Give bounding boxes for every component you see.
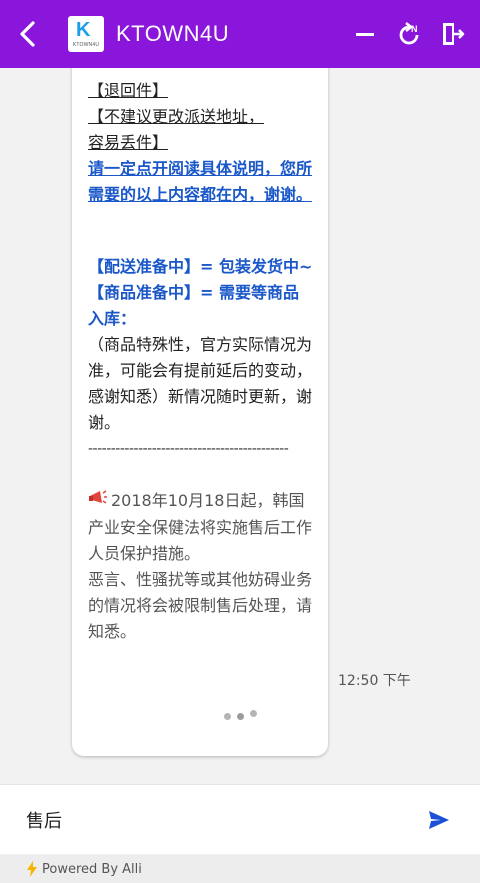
typing-dot: [250, 710, 257, 717]
logo-text: KTOWN4U: [72, 42, 100, 48]
lightning-icon: [26, 861, 38, 877]
msg-notice-law: 2018年10月18日起，韩国产业安全保健法将实施售后工作人员保护措施。: [88, 488, 314, 567]
brand-logo: K KTOWN4U: [68, 16, 104, 52]
notice-law-text: 2018年10月18日起，韩国产业安全保健法将实施售后工作人员保护措施。: [88, 491, 313, 563]
exit-button[interactable]: [440, 21, 466, 47]
refresh-badge: N: [411, 24, 418, 34]
bot-message-bubble: 【退回件】 【不建议更改派送地址， 容易丢件】 请一定点开阅读具体说明，您所需要…: [72, 68, 328, 756]
minimize-button[interactable]: [352, 21, 378, 47]
msg-note: （商品特殊性，官方实际情况为准，可能会有提前延后的变动，感谢知悉）新情况随时更新…: [88, 335, 313, 432]
msg-line-lost: 容易丢件】: [88, 133, 169, 152]
msg-status-preparing: 【商品准备中】= 需要等商品入库：: [88, 283, 299, 328]
header-actions: N: [352, 0, 466, 68]
typing-dot: [237, 713, 244, 720]
back-button[interactable]: [18, 0, 62, 68]
page-title: KTOWN4U: [116, 21, 230, 46]
send-icon: [429, 810, 449, 829]
app-bar: K KTOWN4U KTOWN4U N: [0, 0, 480, 68]
powered-by-text: Powered By Alli: [42, 861, 142, 877]
refresh-icon: N: [399, 21, 419, 45]
msg-details-link[interactable]: 请一定点开阅读具体说明，您所需要的以上内容都在内，谢谢。: [88, 156, 314, 208]
megaphone-icon: [88, 489, 108, 515]
msg-notice-restrict: 恶言、性骚扰等或其他妨碍业务的情况将会被限制售后处理，请知悉。: [88, 569, 313, 641]
msg-line-address: 【不建议更改派送地址，: [88, 107, 265, 126]
msg-divider: ----------------------------------------…: [88, 441, 289, 457]
message-composer: 售后: [0, 784, 480, 854]
refresh-button[interactable]: N: [396, 21, 422, 47]
typing-dot: [224, 713, 231, 720]
msg-line-return: 【退回件】: [88, 81, 169, 100]
exit-door-icon: [443, 23, 465, 45]
logo-letter: K: [76, 19, 91, 41]
powered-by-footer: Powered By Alli: [0, 855, 480, 883]
back-arrow-icon: [20, 21, 35, 47]
chat-area[interactable]: 【退回件】 【不建议更改派送地址， 容易丢件】 请一定点开阅读具体说明，您所需要…: [0, 68, 480, 784]
send-button[interactable]: [424, 805, 454, 835]
typing-indicator: [224, 710, 257, 720]
minimize-icon: [356, 33, 374, 36]
message-timestamp: 12:50 下午: [338, 673, 411, 689]
msg-status-shipping: 【配送准备中】= 包装发货中~: [88, 257, 313, 276]
message-input[interactable]: 售后: [26, 807, 424, 833]
